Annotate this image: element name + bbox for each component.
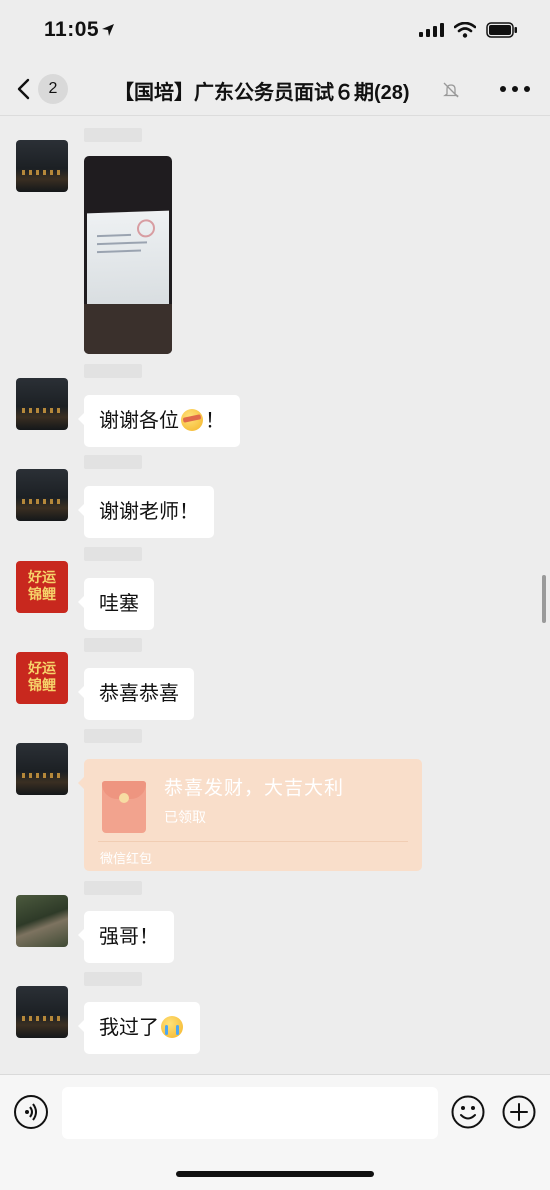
scrollbar[interactable] bbox=[542, 575, 546, 623]
message-bubble[interactable]: 哇塞 bbox=[78, 578, 154, 630]
message-bubble[interactable]: 恭喜恭喜 bbox=[78, 668, 194, 720]
red-packet-label: 微信红包 bbox=[100, 851, 153, 866]
divider bbox=[98, 841, 408, 842]
red-packet-title: 恭喜发财，大吉大利 bbox=[164, 778, 345, 799]
message-input[interactable] bbox=[62, 1087, 438, 1139]
ellipsis-icon bbox=[500, 86, 506, 92]
voice-button[interactable] bbox=[14, 1095, 48, 1129]
location-arrow-icon bbox=[102, 24, 114, 36]
sender-name bbox=[84, 729, 142, 743]
wifi-icon bbox=[454, 22, 476, 38]
message-bubble[interactable]: 我过了 bbox=[78, 1002, 200, 1054]
more-button[interactable] bbox=[500, 82, 530, 96]
avatar[interactable] bbox=[16, 469, 68, 521]
bell-slash-icon bbox=[443, 82, 459, 98]
message-bubble[interactable]: 谢谢各位！ bbox=[78, 395, 240, 447]
chevron-left-icon bbox=[17, 78, 30, 100]
avatar[interactable] bbox=[16, 986, 68, 1038]
sender-name bbox=[84, 881, 142, 895]
avatar[interactable] bbox=[16, 378, 68, 430]
message-bubble[interactable]: 强哥！ bbox=[78, 911, 174, 963]
avatar[interactable] bbox=[16, 140, 68, 192]
status-bar: 11:05 bbox=[0, 0, 550, 62]
status-icons bbox=[419, 22, 518, 38]
sender-name bbox=[84, 128, 142, 142]
voice-icon bbox=[25, 1103, 37, 1121]
sender-name bbox=[84, 638, 142, 652]
sender-name bbox=[84, 972, 142, 986]
status-time: 11:05 bbox=[44, 18, 100, 41]
red-packet-message[interactable]: 恭喜发财，大吉大利 已领取 微信红包 bbox=[78, 759, 422, 871]
avatar[interactable] bbox=[16, 743, 68, 795]
home-indicator bbox=[176, 1171, 374, 1177]
avatar[interactable]: 好运 锦鲤 bbox=[16, 561, 68, 613]
battery-icon bbox=[486, 22, 517, 38]
chat-title: 【国培】广东公务员面试６期(28) bbox=[114, 82, 410, 104]
sender-name bbox=[84, 547, 142, 561]
cellular-signal-icon bbox=[419, 23, 444, 37]
avatar[interactable]: 好运 锦鲤 bbox=[16, 652, 68, 704]
bandage-face-emoji-icon bbox=[181, 409, 203, 431]
sender-name bbox=[84, 364, 142, 378]
message-bubble[interactable]: 谢谢老师！ bbox=[78, 486, 214, 538]
plus-circle-icon[interactable] bbox=[502, 1095, 536, 1129]
back-button[interactable]: 2 bbox=[16, 74, 76, 104]
avatar[interactable] bbox=[16, 895, 68, 947]
smiley-icon[interactable] bbox=[451, 1095, 485, 1129]
sender-name bbox=[84, 455, 142, 469]
image-message[interactable] bbox=[84, 156, 172, 354]
red-envelope-icon bbox=[102, 781, 146, 833]
crying-face-emoji-icon bbox=[161, 1016, 183, 1038]
photo-document bbox=[87, 210, 169, 310]
unread-count-badge: 2 bbox=[38, 74, 68, 104]
red-packet-status: 已领取 bbox=[164, 809, 206, 825]
chat-header: 2 【国培】广东公务员面试６期(28) bbox=[0, 62, 550, 116]
